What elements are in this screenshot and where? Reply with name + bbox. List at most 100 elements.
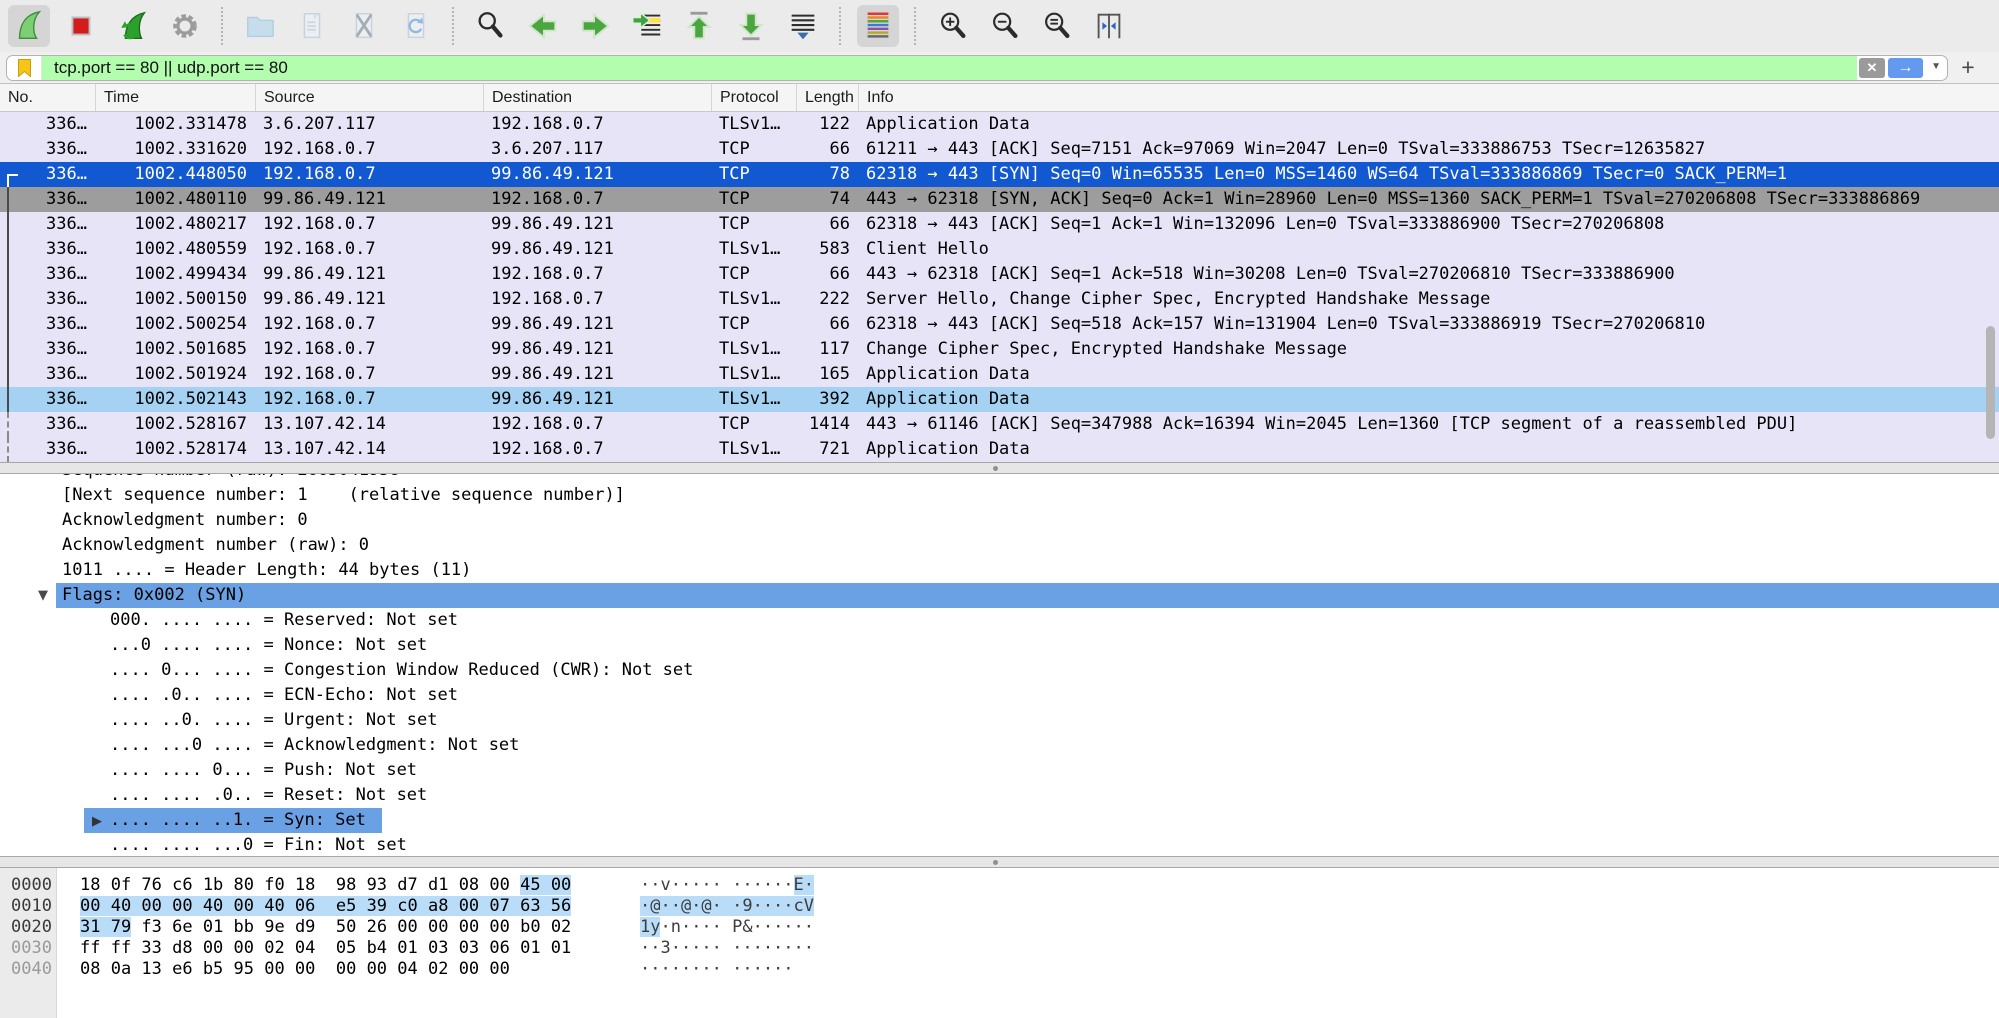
column-header-length[interactable]: Length [796,84,858,111]
close-file-icon [347,9,381,43]
detail-field[interactable]: Acknowledgment number: 0 [0,508,1999,533]
zoom-reset-button[interactable] [1036,5,1078,47]
column-header-info[interactable]: Info [858,84,1999,111]
column-header-source[interactable]: Source [255,84,483,111]
capture-options-button[interactable] [164,5,206,47]
col-length: 66 [796,212,858,237]
col-no: 336… [0,312,95,337]
filter-apply-button[interactable]: → [1888,58,1923,78]
detail-field[interactable]: .... ..0. .... = Urgent: Not set [0,708,1999,733]
detail-field[interactable]: Acknowledgment number (raw): 0 [0,533,1999,558]
filter-dropdown-caret[interactable]: ▼ [1931,61,1941,72]
packet-row[interactable]: 336…1002.448050192.168.0.799.86.49.121TC… [0,162,1999,187]
pane-splitter-bottom[interactable] [0,856,1999,868]
col-info: 61211 → 443 [ACK] Seq=7151 Ack=97069 Win… [858,137,1999,162]
detail-field[interactable]: .... .0.. .... = ECN-Echo: Not set [0,683,1999,708]
detail-field[interactable]: ▼Flags: 0x002 (SYN) [0,583,1999,608]
detail-field[interactable]: .... .... 0... = Push: Not set [0,758,1999,783]
toolbar-separator [452,7,455,45]
go-to-packet-icon [630,9,664,43]
zoom-in-button[interactable] [932,5,974,47]
hex-bytes: 31 79 f3 6e 01 bb 9e d9 50 26 00 00 00 0… [80,917,571,938]
packet-row[interactable]: 336…1002.500254192.168.0.799.86.49.121TC… [0,312,1999,337]
packet-row[interactable]: 336…1002.52817413.107.42.14192.168.0.7TL… [0,437,1999,462]
col-source: 192.168.0.7 [255,137,483,162]
auto-scroll-button[interactable] [782,5,824,47]
col-length: 78 [796,162,858,187]
packet-row[interactable]: 336…1002.52816713.107.42.14192.168.0.7TC… [0,412,1999,437]
detail-field[interactable]: [Next sequence number: 1 (relative seque… [0,483,1999,508]
col-source: 99.86.49.121 [255,287,483,312]
display-filter-field[interactable]: tcp.port == 80 || udp.port == 80 ✕ → ▼ [6,55,1948,81]
packet-list: 336…1002.3314783.6.207.117192.168.0.7TLS… [0,112,1999,462]
detail-field[interactable]: ...0 .... .... = Nonce: Not set [0,633,1999,658]
column-header-destination[interactable]: Destination [483,84,711,111]
filter-bookmark-button[interactable] [7,56,42,80]
hex-row[interactable]: 0030ff ff 33 d8 00 00 02 04 05 b4 01 03 … [0,938,1999,959]
packet-row[interactable]: 336…1002.49943499.86.49.121192.168.0.7TC… [0,262,1999,287]
packet-details-tree: Sequence number (raw): 2665041958[Next s… [0,474,1999,856]
detail-field[interactable]: .... ...0 .... = Acknowledgment: Not set [0,733,1999,758]
column-header-protocol[interactable]: Protocol [711,84,796,111]
pane-splitter-top[interactable] [0,462,1999,474]
detail-field[interactable]: 1011 .... = Header Length: 44 bytes (11) [0,558,1999,583]
expand-down-icon[interactable]: ▼ [38,583,48,608]
col-source: 3.6.207.117 [255,112,483,137]
col-no: 336… [0,262,95,287]
go-forward-button[interactable] [574,5,616,47]
open-file-button[interactable] [239,5,281,47]
packet-row[interactable]: 336…1002.502143192.168.0.799.86.49.121TL… [0,387,1999,412]
filter-text-area[interactable]: tcp.port == 80 || udp.port == 80 [42,56,1857,80]
close-file-button[interactable] [343,5,385,47]
col-no: 336… [0,112,95,137]
detail-field[interactable]: .... .... .0.. = Reset: Not set [0,783,1999,808]
detail-field-text: .... 0... .... = Congestion Window Reduc… [110,660,693,680]
filter-add-button[interactable]: + [1955,54,1981,81]
packet-row[interactable]: 336…1002.48011099.86.49.121192.168.0.7TC… [0,187,1999,212]
go-back-button[interactable] [522,5,564,47]
packet-row[interactable]: 336…1002.3314783.6.207.117192.168.0.7TLS… [0,112,1999,137]
packet-row[interactable]: 336…1002.501685192.168.0.799.86.49.121TL… [0,337,1999,362]
stop-capture-button[interactable] [60,5,102,47]
detail-field[interactable]: .... 0... .... = Congestion Window Reduc… [0,658,1999,683]
col-time: 1002.480110 [95,187,255,212]
col-time: 1002.499434 [95,262,255,287]
go-last-button[interactable] [730,5,772,47]
hex-row[interactable]: 004008 0a 13 e6 b5 95 00 00 00 00 04 02 … [0,959,1999,980]
filter-clear-button[interactable]: ✕ [1859,58,1885,78]
col-no: 336… [0,387,95,412]
expand-right-icon[interactable]: ▶ [92,814,102,829]
find-packet-button[interactable] [470,5,512,47]
col-no: 336… [0,237,95,262]
go-to-packet-button[interactable] [626,5,668,47]
column-header-time[interactable]: Time [95,84,255,111]
hex-row[interactable]: 002031 79 f3 6e 01 bb 9e d9 50 26 00 00 … [0,917,1999,938]
colorize-button[interactable] [857,5,899,47]
save-file-button[interactable] [291,5,333,47]
packet-row[interactable]: 336…1002.331620192.168.0.73.6.207.117TCP… [0,137,1999,162]
reload-file-button[interactable] [395,5,437,47]
detail-field[interactable]: Sequence number (raw): 2665041958 [0,474,1999,483]
detail-field[interactable]: .... .... ...0 = Fin: Not set [0,833,1999,856]
scrollbar-thumb[interactable] [1986,326,1995,439]
packet-row[interactable]: 336…1002.501924192.168.0.799.86.49.121TL… [0,362,1999,387]
restart-capture-button[interactable] [112,5,154,47]
resize-columns-button[interactable] [1088,5,1130,47]
go-first-button[interactable] [678,5,720,47]
detail-field[interactable]: ▶.... .... ..1. = Syn: Set [0,808,1999,833]
hex-row[interactable]: 000018 0f 76 c6 1b 80 f0 18 98 93 d7 d1 … [0,875,1999,896]
detail-field[interactable]: 000. .... .... = Reserved: Not set [0,608,1999,633]
zoom-out-button[interactable] [984,5,1026,47]
col-length: 66 [796,262,858,287]
packet-row[interactable]: 336…1002.50015099.86.49.121192.168.0.7TL… [0,287,1999,312]
start-capture-button[interactable] [8,5,50,47]
column-header-no[interactable]: No. [0,84,95,111]
go-back-icon [526,9,560,43]
packet-list-header: No.TimeSourceDestinationProtocolLengthIn… [0,84,1999,112]
col-length: 66 [796,137,858,162]
packet-row[interactable]: 336…1002.480559192.168.0.799.86.49.121TL… [0,237,1999,262]
packet-row[interactable]: 336…1002.480217192.168.0.799.86.49.121TC… [0,212,1999,237]
hex-row[interactable]: 001000 40 00 00 40 00 40 06 e5 39 c0 a8 … [0,896,1999,917]
col-no: 336… [0,412,95,437]
col-length: 222 [796,287,858,312]
